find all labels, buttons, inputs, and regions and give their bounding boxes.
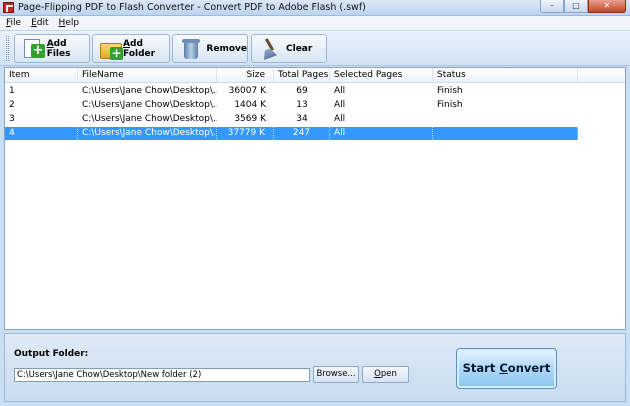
- app-icon: [3, 2, 14, 13]
- cell-size: 3569 K: [234, 114, 266, 124]
- cell-total-pages: 247: [274, 127, 330, 140]
- column-item[interactable]: Item: [5, 68, 78, 83]
- column-size[interactable]: Size: [217, 68, 274, 83]
- cell-selected-pages: All: [334, 100, 346, 110]
- cell-filename: C:\Users\Jane Chow\Desktop\...: [78, 127, 217, 140]
- cell-status: Finish: [437, 86, 463, 96]
- browse-button[interactable]: Browse...: [313, 366, 359, 383]
- cell-total-pages: 69: [296, 86, 308, 96]
- cell-item: 3: [9, 114, 15, 124]
- table-row[interactable]: 3 C:\Users\Jane Chow\Desktop\... 3569 K …: [5, 113, 578, 126]
- add-files-button[interactable]: Add Files: [14, 34, 90, 63]
- file-list[interactable]: Item FileName Size Total Pages Selected …: [4, 67, 626, 330]
- cell-status: Finish: [437, 100, 463, 110]
- menu-bar: File Edit Help: [0, 16, 630, 31]
- cell-size: 1404 K: [234, 100, 266, 110]
- column-selected-pages[interactable]: Selected Pages: [330, 68, 433, 83]
- menu-file[interactable]: File: [6, 16, 21, 30]
- toolbar-grip[interactable]: [6, 36, 9, 61]
- table-row[interactable]: 2 C:\Users\Jane Chow\Desktop\... 1404 K …: [5, 99, 578, 112]
- title-bar: Page-Flipping PDF to Flash Converter - C…: [0, 0, 630, 16]
- cell-filename: C:\Users\Jane Chow\Desktop\...: [82, 114, 217, 124]
- output-folder-label: Output Folder:: [14, 349, 89, 359]
- remove-label: Remove: [206, 43, 247, 54]
- cell-selected-pages: All: [330, 127, 433, 140]
- open-button[interactable]: Open: [362, 366, 409, 383]
- remove-button[interactable]: Remove: [172, 34, 248, 63]
- cell-item: 1: [9, 86, 15, 96]
- cell-filename: C:\Users\Jane Chow\Desktop\...: [82, 100, 217, 110]
- window-title: Page-Flipping PDF to Flash Converter - C…: [18, 2, 366, 13]
- cell-item: 4: [5, 127, 78, 140]
- cell-filename: C:\Users\Jane Chow\Desktop\...: [82, 86, 217, 96]
- close-button[interactable]: ✕: [588, 0, 626, 13]
- column-status[interactable]: Status: [433, 68, 578, 83]
- column-filename[interactable]: FileName: [78, 68, 217, 83]
- toolbar: Add Files Add Folder Remove Clear: [0, 31, 630, 66]
- column-filler: [578, 68, 625, 83]
- start-convert-button[interactable]: Start Convert: [456, 348, 557, 389]
- minimize-button[interactable]: –: [540, 0, 564, 13]
- cell-selected-pages: All: [334, 86, 346, 96]
- cell-item: 2: [9, 100, 15, 110]
- menu-help[interactable]: Help: [59, 16, 80, 30]
- cell-status: [433, 113, 578, 126]
- maximize-button[interactable]: □: [564, 0, 588, 13]
- add-folder-icon: [99, 38, 124, 60]
- add-folder-button[interactable]: Add Folder: [92, 34, 170, 63]
- cell-size: 37779 K: [217, 127, 274, 140]
- add-files-icon: [21, 38, 45, 60]
- menu-edit[interactable]: Edit: [31, 16, 48, 30]
- column-total-pages[interactable]: Total Pages: [274, 68, 330, 83]
- cell-total-pages: 34: [296, 114, 308, 124]
- clear-button[interactable]: Clear: [251, 34, 327, 63]
- cell-size: 36007 K: [228, 86, 266, 96]
- table-row-selected[interactable]: 4 C:\Users\Jane Chow\Desktop\... 37779 K…: [5, 127, 578, 140]
- output-folder-input[interactable]: [14, 368, 310, 382]
- trash-can-icon: [179, 38, 202, 60]
- clear-label: Clear: [286, 43, 313, 54]
- window-controls: – □ ✕: [540, 0, 626, 14]
- add-folder-label: Add Folder: [123, 38, 156, 59]
- table-row[interactable]: 1 C:\Users\Jane Chow\Desktop\... 36007 K…: [5, 85, 578, 98]
- broom-icon: [258, 38, 282, 60]
- cell-selected-pages: All: [334, 114, 346, 124]
- output-panel: Output Folder: Browse... Open Start Conv…: [4, 333, 626, 402]
- cell-status: [433, 127, 578, 140]
- add-files-label: Add Files: [46, 38, 71, 59]
- file-list-header: Item FileName Size Total Pages Selected …: [5, 68, 625, 83]
- cell-total-pages: 13: [296, 100, 308, 110]
